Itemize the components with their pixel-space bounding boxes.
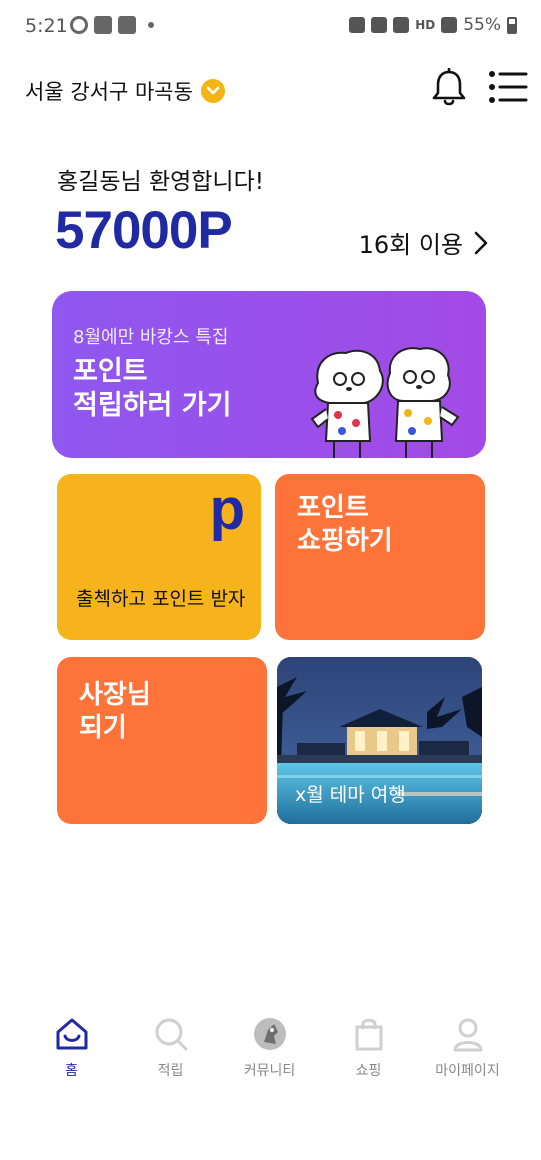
travel-label: x월 테마 여행 bbox=[295, 784, 406, 806]
nav-community-label: 커뮤니티 bbox=[243, 1063, 296, 1079]
signal-icon bbox=[441, 17, 458, 33]
status-time: 5:21 bbox=[25, 15, 68, 37]
clock-icon bbox=[371, 17, 388, 33]
banner-title: 포인트 적립하러 가기 bbox=[73, 355, 293, 423]
battery-icon bbox=[507, 16, 517, 34]
welcome-message: 홍길동님 환영합니다! bbox=[57, 169, 264, 195]
banner-title-text: 포인트 적립하러 가기 bbox=[73, 356, 232, 421]
community-icon bbox=[253, 1018, 286, 1050]
nav-earn-label: 적립 bbox=[157, 1063, 184, 1079]
usage-count-label: 16회 이용 bbox=[358, 231, 463, 259]
nav-items: 홈 적립 커뮤니티 쇼핑 마이페이지 bbox=[22, 1016, 517, 1080]
point-mark: p bbox=[209, 477, 245, 542]
attendance-label: 출첵하고 포인트 받자 bbox=[76, 588, 246, 610]
owner-title: 사장님 되기 bbox=[79, 680, 151, 743]
point-shopping-tile[interactable]: 포인트 쇼핑하기 bbox=[275, 474, 485, 640]
attendance-tile[interactable]: p 출첵하고 포인트 받자 bbox=[57, 474, 261, 640]
chevron-right-icon bbox=[474, 231, 488, 254]
banner-subtitle: 8월에만 바캉스 특집 bbox=[73, 327, 229, 348]
menu-icon[interactable] bbox=[488, 70, 528, 104]
notification-icon bbox=[118, 16, 136, 34]
network-label: HD bbox=[415, 18, 436, 32]
points-balance: 57000P bbox=[55, 201, 233, 260]
more-notifications-icon bbox=[148, 22, 154, 28]
nav-earn[interactable]: 적립 bbox=[121, 1016, 220, 1080]
location-label: 서울 강서구 마곡동 bbox=[25, 80, 193, 104]
home-icon bbox=[56, 1018, 87, 1050]
shopping-title: 포인트 쇼핑하기 bbox=[297, 493, 393, 556]
wifi-icon bbox=[393, 17, 410, 33]
chevron-down-icon[interactable] bbox=[200, 79, 225, 103]
app-header: 서울 강서구 마곡동 bbox=[0, 60, 541, 120]
status-bar: 5:21 HD 55% bbox=[0, 0, 541, 52]
nav-shopping[interactable]: 쇼핑 bbox=[319, 1016, 418, 1080]
nav-shopping-label: 쇼핑 bbox=[355, 1063, 382, 1079]
nav-mypage-label: 마이페이지 bbox=[435, 1063, 500, 1079]
notification-icon bbox=[94, 16, 112, 34]
usage-count-link[interactable]: 16회 이용 bbox=[359, 225, 489, 260]
nav-community[interactable]: 커뮤니티 bbox=[220, 1016, 319, 1080]
become-owner-tile[interactable]: 사장님 되기 bbox=[57, 657, 267, 824]
notification-icons bbox=[70, 16, 154, 34]
nav-home[interactable]: 홈 bbox=[22, 1016, 121, 1080]
notification-icon bbox=[70, 16, 88, 34]
nav-home-label: 홈 bbox=[65, 1063, 78, 1079]
nav-mypage[interactable]: 마이페이지 bbox=[418, 1016, 517, 1080]
bottom-navigation: 홈 적립 커뮤니티 쇼핑 마이페이지 bbox=[0, 1016, 541, 1086]
promo-banner[interactable]: 8월에만 바캉스 특집 포인트 적립하러 가기 bbox=[52, 291, 486, 458]
theme-travel-tile[interactable]: x월 테마 여행 bbox=[277, 657, 482, 824]
location-selector[interactable]: 서울 강서구 마곡동 bbox=[25, 76, 225, 106]
status-icons: HD 55% bbox=[349, 15, 517, 35]
shopping-bag-icon bbox=[355, 1018, 382, 1051]
person-icon bbox=[453, 1018, 482, 1052]
mascot-illustration bbox=[310, 347, 460, 458]
battery-percent: 55% bbox=[463, 15, 501, 35]
alarm-icon bbox=[349, 17, 366, 33]
search-icon bbox=[155, 1018, 187, 1051]
bell-icon[interactable] bbox=[430, 68, 468, 108]
